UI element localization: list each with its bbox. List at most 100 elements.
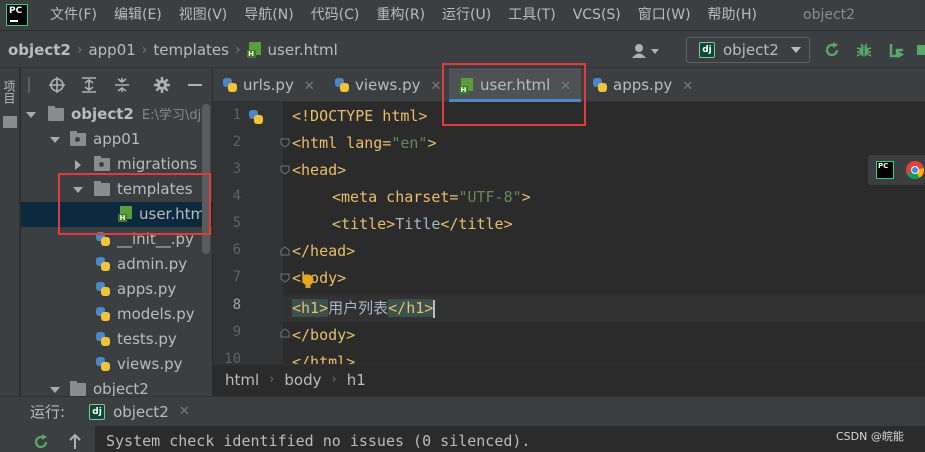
tree-item-apps-py[interactable]: apps.py bbox=[21, 277, 212, 302]
project-tool-window-strip: 项目 bbox=[0, 68, 20, 398]
django-icon: dj bbox=[699, 42, 715, 58]
breadcrumb-folder[interactable]: templates bbox=[153, 41, 229, 59]
tree-item-next-root[interactable]: object2 bbox=[21, 377, 212, 398]
chevron-down-icon bbox=[50, 137, 60, 143]
tree-item-app01[interactable]: app01 bbox=[21, 127, 212, 152]
python-file-icon bbox=[223, 78, 237, 92]
close-icon[interactable]: ✕ bbox=[304, 79, 315, 94]
rerun-icon[interactable] bbox=[824, 42, 840, 58]
tab-apps-py[interactable]: apps.py ✕ bbox=[593, 68, 705, 102]
breadcrumb-project[interactable]: object2 bbox=[8, 41, 71, 59]
python-file-icon bbox=[593, 78, 607, 92]
tree-item-label: object2 bbox=[93, 380, 149, 398]
tree-item-label: admin.py bbox=[117, 255, 188, 273]
python-file-icon bbox=[249, 110, 263, 124]
menu-run[interactable]: 运行(U) bbox=[442, 0, 491, 30]
code-line-3: <head> bbox=[292, 161, 347, 179]
minimize-icon[interactable] bbox=[187, 77, 203, 93]
fold-marker-icon[interactable] bbox=[280, 328, 290, 338]
python-file-icon bbox=[96, 307, 110, 321]
editor-breadcrumb-body[interactable]: body bbox=[284, 371, 321, 389]
line-number: 3 bbox=[232, 161, 241, 177]
menu-window[interactable]: 窗口(W) bbox=[638, 0, 691, 30]
python-file-icon bbox=[96, 332, 110, 346]
close-icon[interactable]: ✕ bbox=[682, 79, 693, 94]
menu-view[interactable]: 视图(V) bbox=[179, 0, 228, 30]
console-output-line: System check identified no issues (0 sil… bbox=[106, 432, 531, 450]
menu-edit[interactable]: 编辑(E) bbox=[114, 0, 162, 30]
breadcrumb-module[interactable]: app01 bbox=[88, 41, 135, 59]
debug-bug-icon[interactable] bbox=[856, 42, 872, 58]
annotation-box-tab bbox=[442, 63, 586, 126]
close-icon[interactable]: ✕ bbox=[179, 404, 190, 419]
editor-breadcrumb-h1[interactable]: h1 bbox=[347, 371, 366, 389]
fold-marker-icon[interactable] bbox=[280, 138, 290, 148]
menu-code[interactable]: 代码(C) bbox=[311, 0, 360, 30]
breadcrumb-file[interactable]: user.html bbox=[268, 41, 338, 59]
fold-marker-icon[interactable] bbox=[280, 273, 290, 283]
run-with-coverage-icon[interactable] bbox=[889, 42, 905, 58]
tree-item-models-py[interactable]: models.py bbox=[21, 302, 212, 327]
run-panel-config[interactable]: object2 bbox=[113, 403, 169, 421]
menu-tools[interactable]: 工具(T) bbox=[508, 0, 555, 30]
run-panel-title: 运行: bbox=[30, 403, 66, 421]
line-number: 10 bbox=[224, 351, 241, 364]
chrome-browser-icon[interactable] bbox=[906, 161, 924, 179]
locate-target-icon[interactable] bbox=[49, 77, 65, 93]
project-tool-window-button[interactable]: 项目 bbox=[2, 80, 18, 104]
line-number: 4 bbox=[232, 188, 241, 204]
tab-urls-py[interactable]: urls.py ✕ bbox=[223, 68, 335, 102]
user-account-icon[interactable] bbox=[632, 43, 662, 59]
editor-breadcrumb-html[interactable]: html bbox=[225, 371, 259, 389]
project-root-label: object2 bbox=[71, 105, 134, 123]
collapse-all-icon[interactable] bbox=[114, 77, 130, 93]
code-line-4: <meta charset="UTF-8"> bbox=[332, 188, 531, 206]
arrow-up-icon[interactable] bbox=[67, 433, 83, 449]
code-line-6: </head> bbox=[292, 242, 356, 260]
window-title: object2 bbox=[803, 7, 856, 23]
tree-item-admin-py[interactable]: admin.py bbox=[21, 252, 212, 277]
menu-help[interactable]: 帮助(H) bbox=[708, 0, 757, 30]
lightbulb-icon[interactable] bbox=[301, 274, 315, 290]
chevron-right-icon: › bbox=[234, 42, 241, 58]
run-console-toolbar bbox=[0, 426, 95, 452]
pycharm-browser-icon[interactable]: PC bbox=[876, 161, 894, 179]
code-editor[interactable]: 1 2 3 4 5 6 7 8 9 10 <!DOCTYPE html> <ht… bbox=[213, 102, 925, 364]
menu-navigate[interactable]: 导航(N) bbox=[244, 0, 293, 30]
code-line-5: <title>Title</title> bbox=[332, 215, 513, 233]
python-file-icon bbox=[335, 78, 349, 92]
code-line-10: </html> bbox=[292, 353, 356, 364]
menu-vcs[interactable]: VCS(S) bbox=[573, 0, 621, 30]
expand-all-icon[interactable] bbox=[81, 77, 97, 93]
folder-icon bbox=[3, 116, 17, 128]
fold-marker-icon[interactable] bbox=[280, 165, 290, 175]
line-number-gutter: 1 2 3 4 5 6 7 8 9 10 bbox=[213, 102, 290, 364]
chevron-right-icon: › bbox=[331, 372, 337, 387]
run-configuration-label: object2 bbox=[723, 41, 779, 59]
profile-icon[interactable] bbox=[916, 42, 925, 58]
line-number: 7 bbox=[232, 269, 241, 285]
gear-icon[interactable] bbox=[154, 77, 170, 93]
tree-item-label: models.py bbox=[117, 305, 195, 323]
tree-item-tests-py[interactable]: tests.py bbox=[21, 327, 212, 352]
menu-refactor[interactable]: 重构(R) bbox=[376, 0, 425, 30]
pycharm-logo-icon: PC bbox=[6, 4, 28, 26]
tab-label: urls.py bbox=[243, 76, 294, 94]
python-file-icon bbox=[96, 282, 110, 296]
rerun-icon[interactable] bbox=[33, 433, 49, 449]
package-folder-icon bbox=[94, 156, 110, 171]
tree-item-views-py[interactable]: views.py bbox=[21, 352, 212, 377]
tree-item-label: apps.py bbox=[117, 280, 177, 298]
line-number: 2 bbox=[232, 134, 241, 150]
close-icon[interactable]: ✕ bbox=[431, 79, 442, 94]
tree-item-project-root[interactable]: object2 E:\学习\dja bbox=[21, 102, 212, 127]
tab-views-py[interactable]: views.py ✕ bbox=[335, 68, 447, 102]
fold-marker-icon[interactable] bbox=[280, 246, 290, 256]
run-configuration-select[interactable]: dj object2 bbox=[686, 37, 810, 63]
line-number: 6 bbox=[232, 242, 241, 258]
watermark-text: CSDN @皖能 bbox=[836, 430, 904, 443]
chevron-down-icon bbox=[50, 387, 60, 393]
python-file-icon bbox=[96, 257, 110, 271]
code-line-8-current: <h1>用户列表</h1> bbox=[283, 295, 925, 322]
menu-file[interactable]: 文件(F) bbox=[50, 0, 97, 30]
